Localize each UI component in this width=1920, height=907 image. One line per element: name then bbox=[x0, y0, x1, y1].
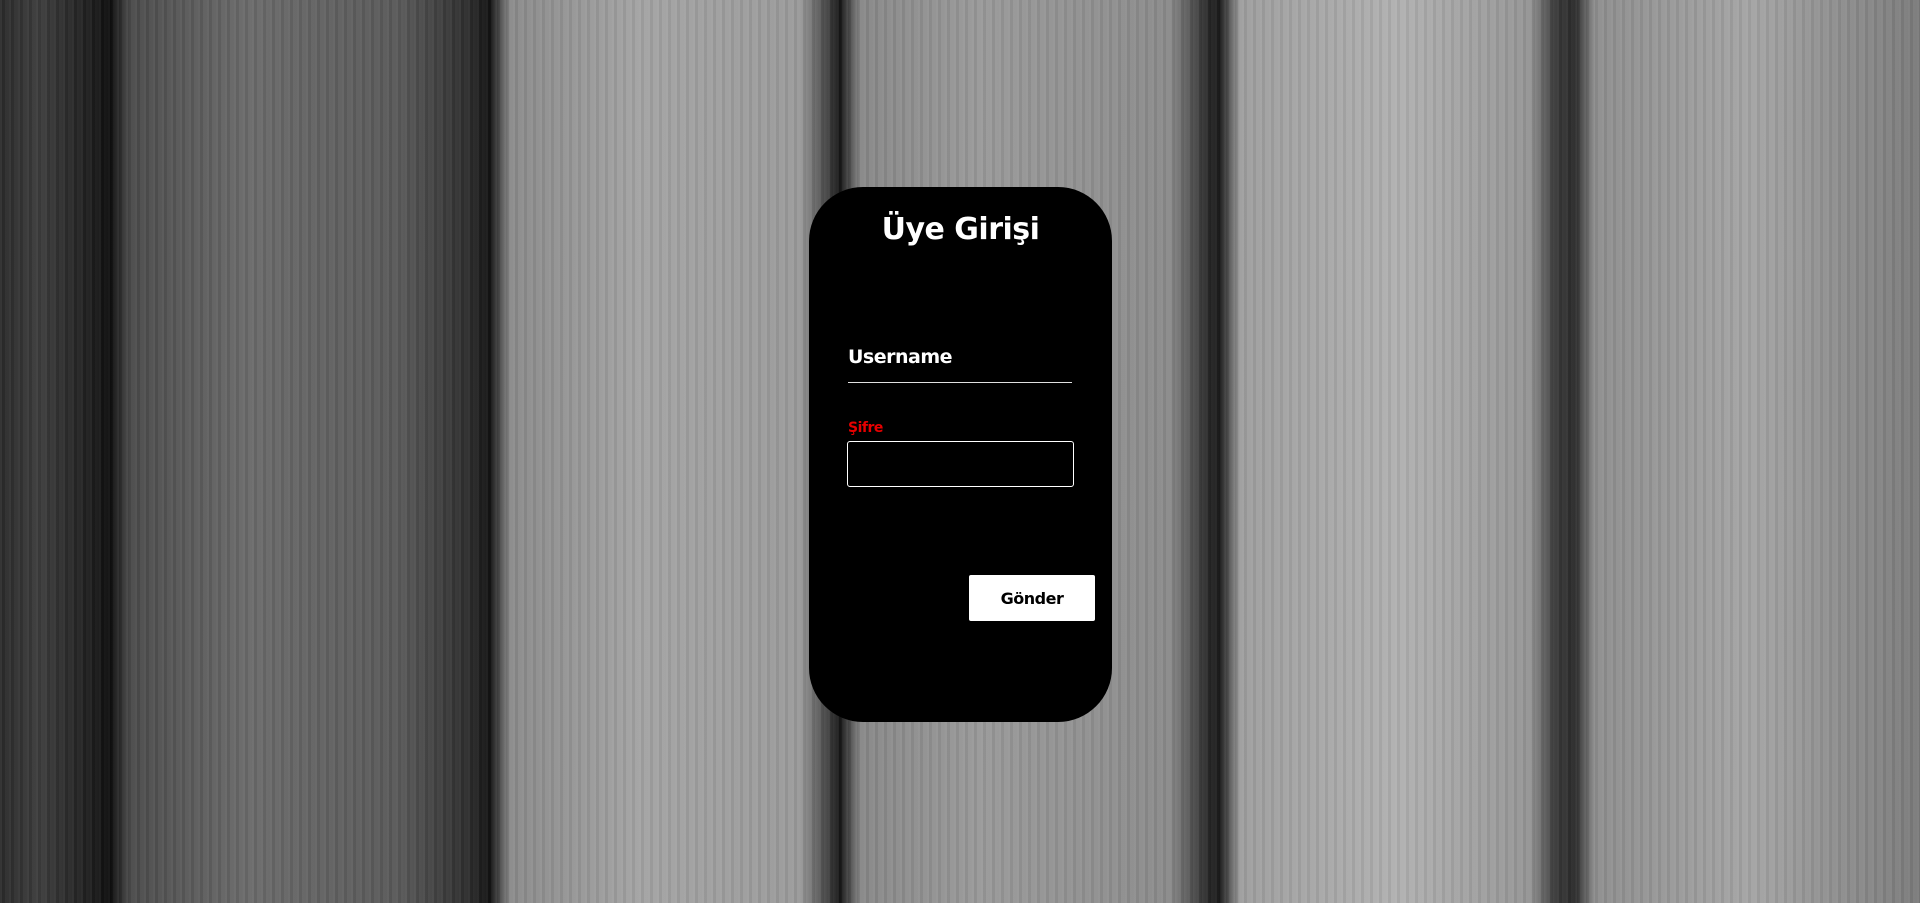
login-title: Üye Girişi bbox=[881, 212, 1040, 247]
page-bottom-edge bbox=[0, 903, 1920, 907]
login-card: Üye Girişi Username Şifre Gönder bbox=[809, 187, 1112, 722]
submit-button[interactable]: Gönder bbox=[969, 575, 1095, 621]
password-input[interactable] bbox=[847, 441, 1074, 487]
username-underline bbox=[848, 382, 1072, 383]
username-input[interactable] bbox=[848, 343, 1076, 383]
password-label: Şifre bbox=[848, 420, 883, 436]
